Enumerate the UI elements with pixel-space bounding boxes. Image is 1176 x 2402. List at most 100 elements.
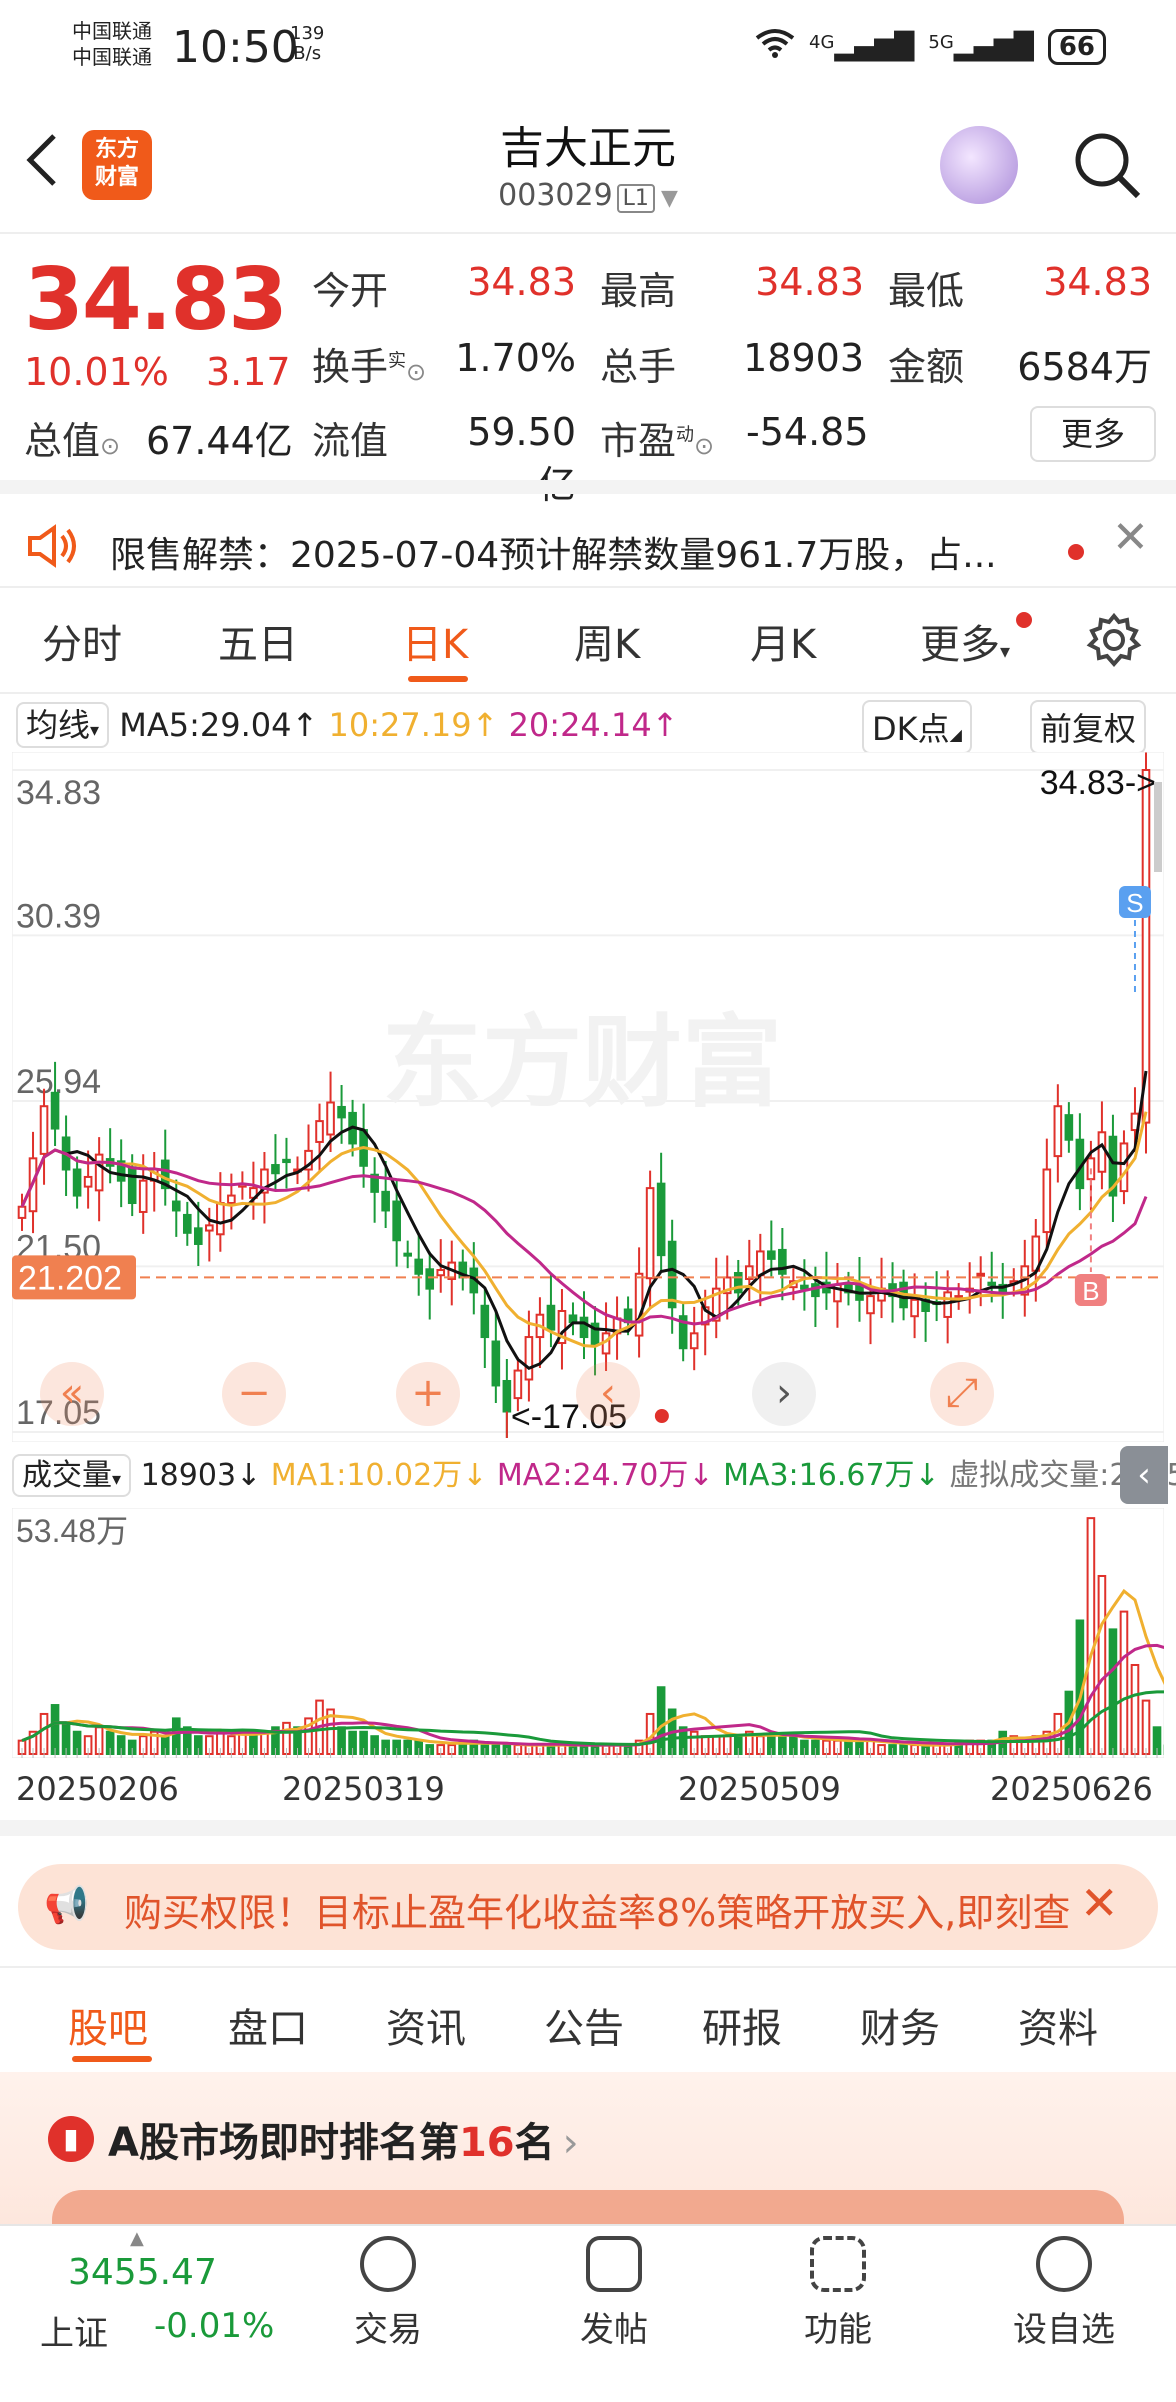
tab-finance[interactable]: 财务 <box>860 1996 940 2054</box>
dk-point-button[interactable]: DK点◢ <box>862 700 972 754</box>
nav-functions[interactable]: 功能 <box>768 2236 908 2351</box>
candle-body <box>205 1224 214 1232</box>
status-icons: 4G▂▄▆█ 5G▂▄▆█ 66 <box>755 28 1106 65</box>
candle-body <box>480 1304 490 1339</box>
rewind-button[interactable]: « <box>40 1362 104 1426</box>
assistant-robot-icon[interactable] <box>940 126 1018 204</box>
volume-value: 18903 <box>743 336 864 380</box>
volume-chart[interactable]: 53.48万 <box>12 1508 1164 1758</box>
candle-body <box>1141 769 1151 1124</box>
ma-legend: 均线▾ MA5:29.04↑ 10:27.19↑ 20:24.14↑ <box>16 700 678 748</box>
high-label: 最高 <box>600 269 677 313</box>
tab-more-label: 更多 <box>920 622 1000 668</box>
dropdown-caret-icon: ▼ <box>660 186 678 211</box>
search-button[interactable] <box>1070 128 1144 202</box>
candle-body <box>546 1304 556 1331</box>
ma5-value: MA5:29.04↑ <box>119 706 319 744</box>
tab-order-book[interactable]: 盘口 <box>228 1996 308 2054</box>
zoom-out-button[interactable]: − <box>222 1362 286 1426</box>
nav-trade[interactable]: 交易 <box>318 2236 458 2351</box>
info-icon[interactable]: ⊙ <box>100 432 120 460</box>
candle-body <box>568 1314 578 1324</box>
tab-five-day[interactable]: 五日 <box>218 612 298 670</box>
change-percent: 10.01% <box>24 350 169 394</box>
rank-number: 16 <box>458 2120 515 2166</box>
index-name[interactable]: 上证 <box>40 2306 108 2355</box>
tab-announcements[interactable]: 公告 <box>544 1996 624 2054</box>
candle-body <box>866 1295 875 1315</box>
tab-intraday[interactable]: 分时 <box>42 612 122 670</box>
tab-daily-k[interactable]: 日K <box>402 612 468 670</box>
pe-sup: 动 <box>676 424 695 446</box>
tab-monthly-k[interactable]: 月K <box>750 612 816 670</box>
volume-legend: 成交量▾ 18903↓ MA1:10.02万↓ MA2:24.70万↓ MA3:… <box>12 1450 1176 1497</box>
candle-body <box>227 1194 236 1205</box>
collapse-arrow-icon[interactable]: ‹ <box>1120 1446 1168 1504</box>
candle-body <box>513 1369 523 1400</box>
net-speed-value: 139 <box>290 23 325 44</box>
x-tick-label: 20250509 <box>678 1770 841 1808</box>
candle-body <box>767 1250 776 1260</box>
more-button[interactable]: 更多 <box>1030 406 1156 462</box>
rank-text[interactable]: A股市场即时排名第16名 › <box>108 2110 579 2168</box>
scroll-right-button[interactable]: › <box>752 1362 816 1426</box>
indicator-select[interactable]: 均线▾ <box>16 702 110 748</box>
search-icon <box>1075 133 1141 199</box>
volume-indicator-select[interactable]: 成交量▾ <box>12 1454 132 1497</box>
candle-body <box>1064 1114 1074 1141</box>
x-tick-label: 20250206 <box>16 1770 179 1808</box>
tab-guba[interactable]: 股吧 <box>68 1996 148 2054</box>
promo-text: 购买权限！目标止盈年化收益率8%策略开放买入,即刻查 <box>124 1891 1071 1935</box>
candle-body <box>1053 1105 1063 1158</box>
tab-profile[interactable]: 资料 <box>1018 1996 1098 2054</box>
nav-add-watchlist[interactable]: 设自选 <box>994 2236 1134 2351</box>
candle-body <box>39 1105 49 1155</box>
carrier-info: 中国联通 中国联通 <box>72 18 152 70</box>
buy-marker-label: B <box>1082 1276 1099 1306</box>
tab-news[interactable]: 资讯 <box>386 1996 466 2054</box>
current-price-label: 34.83-> <box>1040 764 1156 802</box>
candle-body <box>689 1332 699 1350</box>
total-value-label-text: 总值 <box>24 419 101 463</box>
index-value[interactable]: 3455.47 <box>68 2252 217 2293</box>
tab-research[interactable]: 研报 <box>702 1996 782 2054</box>
candle-body <box>524 1336 534 1381</box>
settings-gear-icon[interactable] <box>1086 612 1142 672</box>
tab-more[interactable]: 更多▾ <box>920 612 1010 670</box>
pe-label: 市盈动⊙ <box>600 410 714 465</box>
close-icon[interactable]: ✕ <box>1080 1876 1119 1930</box>
candle-body <box>50 1091 60 1130</box>
current-price: 34.83 <box>24 250 288 350</box>
candle-body <box>645 1187 655 1280</box>
volume-label: 总手 <box>600 345 677 389</box>
zoom-in-button[interactable]: + <box>396 1362 460 1426</box>
caret-down-icon: ▾ <box>112 1469 122 1490</box>
watermark-text: 东方财富 <box>382 1004 782 1121</box>
candlestick-chart[interactable]: 34.8330.3925.9421.5017.05东方财富21.20234.83… <box>12 752 1164 1442</box>
candle-body <box>138 1179 148 1213</box>
post-icon <box>586 2236 642 2292</box>
chevron-right-icon: › <box>562 2120 579 2166</box>
adjust-button[interactable]: 前复权 <box>1030 700 1147 754</box>
info-icon[interactable]: ⊙ <box>694 432 714 460</box>
fullscreen-button[interactable]: ⤢ <box>930 1362 994 1426</box>
change-amount: 3.17 <box>206 350 291 394</box>
candle-body <box>502 1379 512 1413</box>
turnover-label: 换手实⊙ <box>312 336 426 391</box>
candle-body <box>910 1298 919 1318</box>
total-value-label: 总值⊙ <box>24 410 120 465</box>
candle-body <box>171 1200 181 1212</box>
candle-body <box>1119 1142 1129 1193</box>
scroll-left-button[interactable]: ‹ <box>576 1362 640 1426</box>
tab-weekly-k[interactable]: 周K <box>574 612 640 670</box>
candle-body <box>667 1240 677 1309</box>
sell-marker-label: S <box>1126 888 1143 918</box>
info-icon[interactable]: ⊙ <box>406 358 426 386</box>
scroll-indicator <box>1154 782 1162 872</box>
signal-4g-icon: 4G▂▄▆█ <box>809 31 915 62</box>
low-value: 34.83 <box>1043 260 1152 304</box>
unread-dot <box>1068 544 1084 560</box>
nav-post[interactable]: 发帖 <box>544 2236 684 2351</box>
close-icon[interactable]: ✕ <box>1112 512 1149 563</box>
vol-ma2-text: MA2:24.70万 <box>496 1458 689 1493</box>
